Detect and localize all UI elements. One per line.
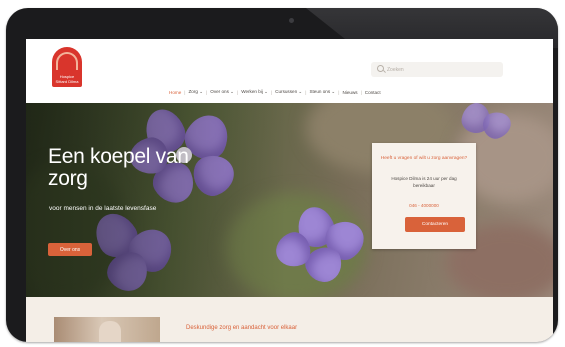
nav-separator: | (206, 89, 208, 95)
section-photo (54, 317, 160, 342)
search-icon[interactable] (377, 65, 384, 72)
nav-item-cursussen[interactable]: Cursussen ⌄ (275, 89, 302, 95)
nav-separator: | (237, 89, 239, 95)
section-heading: Deskundige zorg en aandacht voor elkaar (186, 325, 298, 331)
hero-subtitle: voor mensen in de laatste levensfase (49, 205, 157, 212)
over-ons-button[interactable]: Over ons (48, 243, 92, 256)
card-phone-link[interactable]: 046 - 4000000 (380, 203, 468, 208)
site-header: Hospice Sittard Dilma Home | Zorg ⌄ | Ov… (26, 39, 553, 103)
hero-title: Een koepel van zorg (48, 145, 189, 190)
site-logo[interactable]: Hospice Sittard Dilma (52, 47, 82, 87)
nav-separator: | (305, 89, 307, 95)
contacteren-button[interactable]: Contacteren (405, 217, 465, 232)
nav-item-over-ons[interactable]: Over ons ⌄ (210, 89, 234, 95)
nav-item-zorg[interactable]: Zorg ⌄ (188, 89, 203, 95)
intro-section: Deskundige zorg en aandacht voor elkaar (26, 297, 553, 342)
search-input[interactable] (387, 62, 497, 77)
search-box (371, 62, 503, 77)
card-heading: Heeft u vragen of wilt u zorg aanvragen? (380, 156, 468, 161)
nav-item-contact[interactable]: Contact (365, 90, 381, 95)
logo-arc-icon (56, 52, 78, 70)
main-navigation: Home | Zorg ⌄ | Over ons ⌄ | Werken bij … (169, 87, 381, 97)
camera-icon (289, 18, 294, 23)
website-screen: Hospice Sittard Dilma Home | Zorg ⌄ | Ov… (26, 39, 553, 342)
scene: Hospice Sittard Dilma Home | Zorg ⌄ | Ov… (0, 0, 565, 347)
nav-separator: | (338, 89, 340, 95)
nav-separator: | (360, 89, 362, 95)
logo-text: Hospice Sittard Dilma (55, 74, 79, 84)
nav-separator: | (184, 89, 186, 95)
hero-text-overlay (26, 103, 286, 297)
hero-banner: Een koepel van zorg voor mensen in de la… (26, 103, 553, 297)
contact-info-card: Heeft u vragen of wilt u zorg aanvragen?… (372, 143, 476, 249)
nav-item-steun-ons[interactable]: Steun ons ⌄ (309, 89, 335, 95)
nav-separator: | (270, 89, 273, 95)
nav-item-werken-bij[interactable]: Werken bij ⌄ (241, 89, 268, 95)
nav-item-nieuws[interactable]: Nieuws (343, 90, 358, 95)
card-text: Hospice Dilma is 24 uur per dag bereikba… (391, 176, 457, 188)
nav-item-home[interactable]: Home (169, 90, 181, 95)
section-photo-figure (99, 321, 121, 342)
tablet-frame: Hospice Sittard Dilma Home | Zorg ⌄ | Ov… (6, 8, 558, 342)
